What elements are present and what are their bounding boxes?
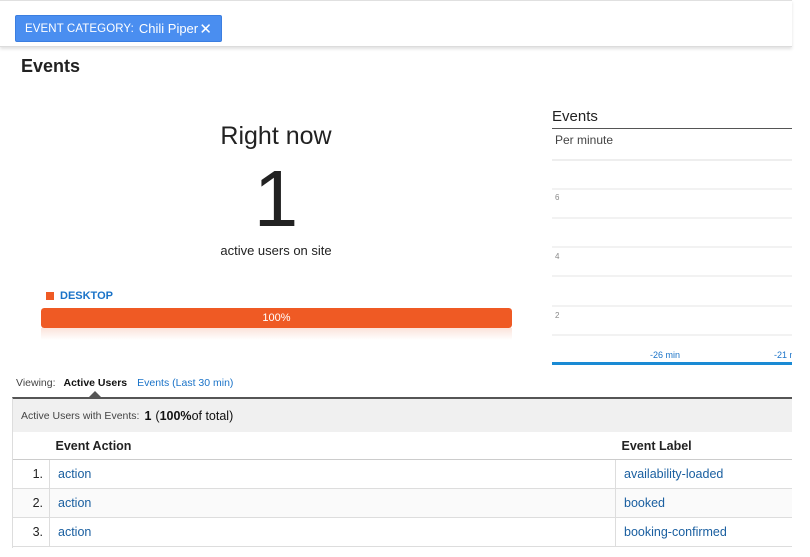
event-label-link[interactable]: availability-loaded: [624, 467, 723, 481]
device-legend: DESKTOP: [46, 290, 113, 302]
summary-label: Active Users with Events:: [21, 409, 140, 422]
table-row: 3. action booking-confirmed: [12, 517, 792, 547]
row-index: 3.: [12, 517, 50, 547]
row-index: 2.: [12, 488, 50, 518]
event-label-cell: availability-loaded: [615, 459, 792, 489]
active-users-count: 1: [253, 154, 299, 243]
device-bar-percent: 100%: [262, 312, 291, 324]
active-users-label: active users on site: [220, 243, 332, 258]
tab-active-users-label: Active Users: [63, 377, 128, 389]
events-per-minute-chart: 6 4 2 -26 min -21 m: [552, 159, 792, 365]
event-action-cell: action: [49, 517, 616, 547]
close-icon[interactable]: ✕: [199, 20, 212, 38]
filter-chip-value: Chili Piper: [138, 21, 199, 36]
viewing-label: Viewing:: [16, 377, 56, 389]
table-left-border: [12, 432, 13, 548]
index-header: [12, 432, 50, 460]
event-label-link[interactable]: booking-confirmed: [624, 525, 727, 539]
event-action-link[interactable]: action: [58, 525, 91, 539]
viewing-tabs: Viewing: Active Users Events (Last 30 mi…: [16, 377, 233, 397]
x-tick-label: -26 min: [650, 350, 680, 360]
table-row: 2. action booked: [12, 488, 792, 518]
event-action-link[interactable]: action: [58, 467, 91, 481]
x-tick-label: -21 m: [774, 350, 792, 360]
event-label-cell: booking-confirmed: [615, 517, 792, 547]
chart-divider: [552, 128, 792, 129]
summary-row: Active Users with Events: 1 (100% of tot…: [12, 397, 792, 432]
tab-active-users[interactable]: Active Users: [63, 377, 128, 397]
device-label: DESKTOP: [60, 290, 113, 302]
table-header-row: Event Action Event Label: [12, 432, 792, 460]
event-label-header[interactable]: Event Label: [615, 432, 792, 460]
page-title: Events: [21, 56, 81, 76]
summary-count: 1: [144, 408, 152, 423]
event-action-cell: action: [49, 459, 616, 489]
tab-events-last-30-min[interactable]: Events (Last 30 min): [137, 377, 233, 389]
event-action-header[interactable]: Event Action: [49, 432, 616, 460]
filter-chip[interactable]: EVENT CATEGORY: Chili Piper ✕: [15, 15, 222, 42]
event-action-link[interactable]: action: [58, 496, 91, 510]
summary-percent: 100%: [159, 408, 192, 423]
y-tick-label: 4: [555, 252, 560, 261]
right-now-heading: Right now: [220, 122, 332, 150]
chart-title: Events: [552, 108, 598, 125]
summary-total: of total): [191, 408, 234, 423]
events-table: Event Action Event Label 1. action avail…: [12, 432, 792, 547]
y-tick-label: 2: [555, 311, 560, 320]
filter-bar: EVENT CATEGORY: Chili Piper ✕: [0, 0, 792, 47]
table-row: 1. action availability-loaded: [12, 459, 792, 489]
filter-chip-key: EVENT CATEGORY:: [25, 22, 134, 35]
device-bar-reflection: [41, 328, 512, 340]
event-label-link[interactable]: booked: [624, 496, 665, 510]
event-action-cell: action: [49, 488, 616, 518]
chart-axis: [552, 362, 792, 365]
row-index: 1.: [12, 459, 50, 489]
desktop-swatch-icon: [46, 292, 54, 300]
event-label-cell: booked: [615, 488, 792, 518]
y-tick-label: 6: [555, 193, 560, 202]
